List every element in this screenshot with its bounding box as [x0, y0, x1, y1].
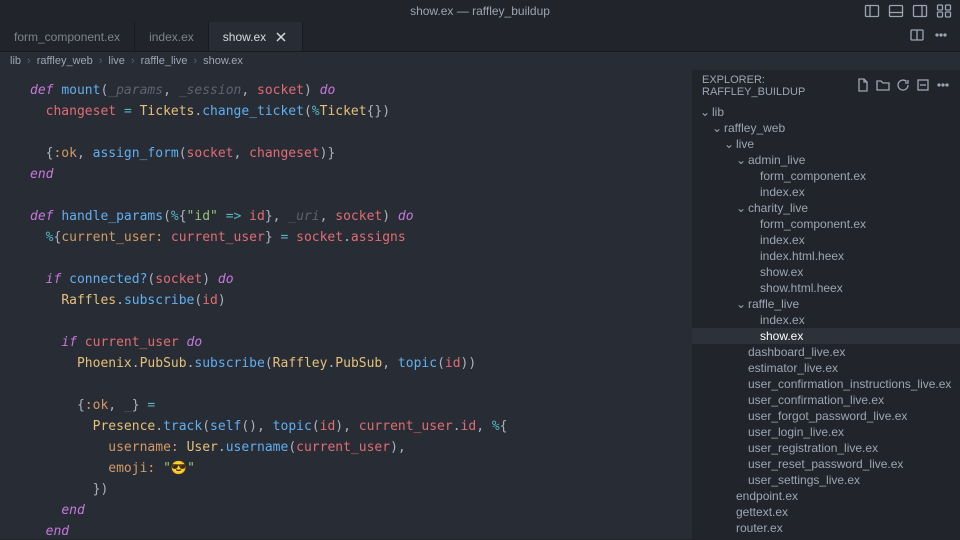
tree-label: user_login_live.ex	[748, 425, 844, 439]
tab-actions	[910, 22, 960, 51]
explorer-title: EXPLORER: RAFFLEY_BUILDUP	[702, 74, 850, 98]
tree-label: index.ex	[760, 185, 805, 199]
new-file-icon[interactable]	[856, 78, 870, 95]
file-item[interactable]: dashboard_live.ex	[692, 344, 960, 360]
file-item[interactable]: index.ex	[692, 184, 960, 200]
tab-index[interactable]: index.ex	[135, 22, 209, 51]
chevron-down-icon: ⌄	[712, 121, 722, 135]
folder-item[interactable]: ⌄lib	[692, 104, 960, 120]
file-item[interactable]: gettext.ex	[692, 504, 960, 520]
file-item[interactable]: show.ex	[692, 264, 960, 280]
tab-form-component[interactable]: form_component.ex	[0, 22, 135, 51]
tree-label: index.html.heex	[760, 249, 844, 263]
file-item[interactable]: endpoint.ex	[692, 488, 960, 504]
file-item[interactable]: user_confirmation_instructions_live.ex	[692, 376, 960, 392]
split-editor-icon[interactable]	[910, 28, 924, 45]
close-icon[interactable]	[274, 30, 288, 44]
tree-label: telemetry.ex	[736, 537, 800, 539]
breadcrumb: lib› raffley_web› live› raffle_live› sho…	[0, 52, 960, 70]
tree-label: user_confirmation_instructions_live.ex	[748, 377, 951, 391]
tree-label: admin_live	[748, 153, 805, 167]
tree-label: user_confirmation_live.ex	[748, 393, 884, 407]
tree-label: gettext.ex	[736, 505, 788, 519]
tree-label: user_reset_password_live.ex	[748, 457, 903, 471]
chevron-down-icon: ⌄	[724, 137, 734, 151]
file-item[interactable]: user_forgot_password_live.ex	[692, 408, 960, 424]
chevron-down-icon: ⌄	[700, 105, 710, 119]
tree-label: router.ex	[736, 521, 783, 535]
new-folder-icon[interactable]	[876, 78, 890, 95]
file-item[interactable]: form_component.ex	[692, 216, 960, 232]
code-editor[interactable]: def mount(_params, _session, socket) do …	[0, 70, 692, 539]
file-item[interactable]: index.ex	[692, 232, 960, 248]
tree-label: estimator_live.ex	[748, 361, 838, 375]
file-item[interactable]: user_registration_live.ex	[692, 440, 960, 456]
tab-label: index.ex	[149, 30, 194, 44]
file-item[interactable]: user_login_live.ex	[692, 424, 960, 440]
chevron-down-icon: ⌄	[736, 153, 746, 167]
folder-item[interactable]: ⌄admin_live	[692, 152, 960, 168]
breadcrumb-item[interactable]: live	[108, 55, 125, 67]
folder-item[interactable]: ⌄live	[692, 136, 960, 152]
file-tree[interactable]: ⌄lib⌄raffley_web⌄live⌄admin_liveform_com…	[692, 102, 960, 539]
file-item[interactable]: user_confirmation_live.ex	[692, 392, 960, 408]
tree-label: endpoint.ex	[736, 489, 798, 503]
chevron-down-icon: ⌄	[736, 297, 746, 311]
tree-label: user_registration_live.ex	[748, 441, 878, 455]
customize-layout-icon[interactable]	[936, 3, 952, 22]
breadcrumb-item[interactable]: lib	[10, 55, 21, 67]
refresh-icon[interactable]	[896, 78, 910, 95]
tree-label: raffley_web	[724, 121, 785, 135]
tab-label: show.ex	[223, 30, 266, 44]
titlebar: show.ex — raffley_buildup	[0, 0, 960, 22]
tree-label: show.html.heex	[760, 281, 843, 295]
tree-label: user_forgot_password_live.ex	[748, 409, 907, 423]
tree-label: user_settings_live.ex	[748, 473, 860, 487]
tree-label: raffle_live	[748, 297, 799, 311]
explorer-panel: EXPLORER: RAFFLEY_BUILDUP ⌄lib⌄raffley_w…	[692, 70, 960, 539]
more-icon[interactable]	[934, 28, 948, 45]
tree-label: form_component.ex	[760, 169, 866, 183]
file-item[interactable]: index.html.heex	[692, 248, 960, 264]
tree-label: charity_live	[748, 201, 808, 215]
layout-actions	[864, 3, 952, 22]
tree-label: show.ex	[760, 265, 803, 279]
file-item[interactable]: telemetry.ex	[692, 536, 960, 539]
tab-bar: form_component.ex index.ex show.ex	[0, 22, 960, 52]
folder-item[interactable]: ⌄raffle_live	[692, 296, 960, 312]
panel-left-icon[interactable]	[864, 3, 880, 22]
file-item[interactable]: form_component.ex	[692, 168, 960, 184]
tab-label: form_component.ex	[14, 30, 120, 44]
tree-label: show.ex	[760, 329, 803, 343]
window-title: show.ex — raffley_buildup	[410, 4, 550, 18]
tree-label: lib	[712, 105, 724, 119]
tree-label: index.ex	[760, 233, 805, 247]
file-item[interactable]: index.ex	[692, 312, 960, 328]
breadcrumb-item[interactable]: raffley_web	[37, 55, 93, 67]
file-item[interactable]: estimator_live.ex	[692, 360, 960, 376]
tab-show[interactable]: show.ex	[209, 22, 303, 51]
breadcrumb-item[interactable]: raffle_live	[141, 55, 188, 67]
explorer-header: EXPLORER: RAFFLEY_BUILDUP	[692, 70, 960, 102]
folder-item[interactable]: ⌄raffley_web	[692, 120, 960, 136]
file-item[interactable]: show.ex	[692, 328, 960, 344]
folder-item[interactable]: ⌄charity_live	[692, 200, 960, 216]
collapse-icon[interactable]	[916, 78, 930, 95]
file-item[interactable]: user_settings_live.ex	[692, 472, 960, 488]
tree-label: index.ex	[760, 313, 805, 327]
file-item[interactable]: user_reset_password_live.ex	[692, 456, 960, 472]
file-item[interactable]: show.html.heex	[692, 280, 960, 296]
tree-label: live	[736, 137, 754, 151]
tree-label: dashboard_live.ex	[748, 345, 845, 359]
more-icon[interactable]	[936, 78, 950, 95]
chevron-down-icon: ⌄	[736, 201, 746, 215]
breadcrumb-item[interactable]: show.ex	[203, 55, 243, 67]
file-item[interactable]: router.ex	[692, 520, 960, 536]
tree-label: form_component.ex	[760, 217, 866, 231]
panel-right-icon[interactable]	[912, 3, 928, 22]
panel-bottom-icon[interactable]	[888, 3, 904, 22]
